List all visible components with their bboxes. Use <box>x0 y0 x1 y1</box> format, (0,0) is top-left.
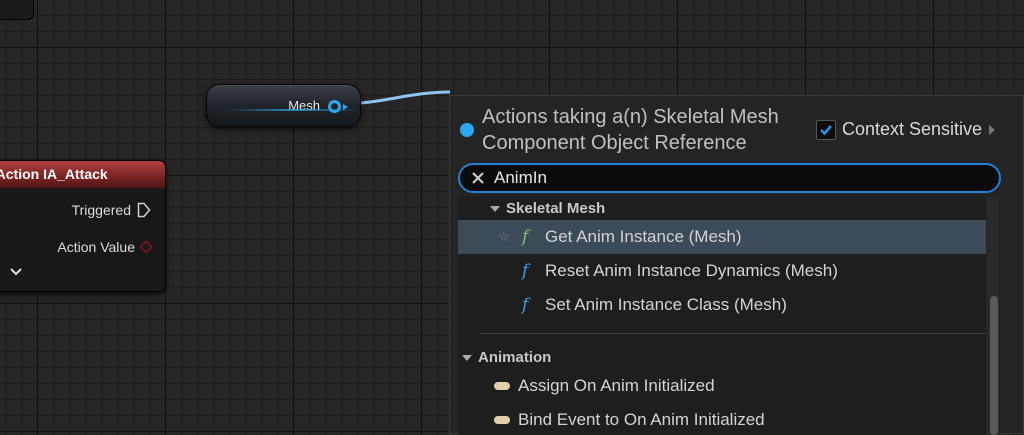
checkmark-icon <box>820 125 832 136</box>
list-item[interactable]: Assign On Anim Initialized <box>458 369 986 403</box>
category-skeletal-mesh[interactable]: Skeletal Mesh <box>490 200 605 217</box>
pin-row-triggered: Triggered <box>72 202 151 218</box>
list-item[interactable]: f Reset Anim Instance Dynamics (Mesh) <box>458 254 986 288</box>
clear-icon[interactable] <box>470 170 486 186</box>
event-icon <box>494 382 510 390</box>
menu-title: Actions taking a(n) Skeletal Mesh Compon… <box>482 106 779 154</box>
results-list: Skeletal Mesh ☆ f Get Anim Instance (Mes… <box>458 196 986 435</box>
function-icon: f <box>522 261 529 281</box>
expand-triangle-icon <box>462 354 472 361</box>
enhanced-input-action-node[interactable]: tAction IA_Attack Triggered Action Value <box>0 160 166 292</box>
item-label: Set Anim Instance Class (Mesh) <box>545 295 787 314</box>
item-label: Get Anim Instance (Mesh) <box>545 227 742 246</box>
expand-triangle-icon <box>490 205 500 212</box>
item-label: Assign On Anim Initialized <box>518 376 715 395</box>
expand-arrow-icon[interactable] <box>989 125 995 135</box>
function-icon: f <box>522 295 529 315</box>
chevron-down-icon[interactable] <box>9 267 23 277</box>
object-pin-icon[interactable] <box>328 100 341 113</box>
search-input[interactable] <box>494 167 974 189</box>
mesh-node-label: Mesh <box>288 98 320 113</box>
function-icon: f <box>522 227 529 247</box>
search-box[interactable] <box>458 163 1001 193</box>
item-label: Reset Anim Instance Dynamics (Mesh) <box>545 261 838 280</box>
list-item[interactable]: ☆ f Get Anim Instance (Mesh) <box>458 220 986 254</box>
exec-pin-icon[interactable] <box>137 202 151 218</box>
category-label: Skeletal Mesh <box>506 200 606 217</box>
list-item[interactable]: f Set Anim Instance Class (Mesh) <box>458 288 986 322</box>
category-label: Animation <box>478 349 552 366</box>
action-menu: Actions taking a(n) Skeletal Mesh Compon… <box>449 95 1024 435</box>
partial-node-corner[interactable] <box>0 0 34 20</box>
value-pin-icon[interactable] <box>138 239 154 255</box>
list-item[interactable]: Bind Event to On Anim Initialized <box>458 403 986 435</box>
pin-row-action-value: Action Value <box>57 239 154 255</box>
node-title: tAction IA_Attack <box>0 161 165 188</box>
scrollbar-thumb[interactable] <box>990 296 998 435</box>
favorite-star-icon[interactable]: ☆ <box>498 229 510 245</box>
divider <box>480 333 986 334</box>
context-sensitive-label[interactable]: Context Sensitive <box>842 119 982 140</box>
object-type-icon <box>460 123 474 137</box>
context-sensitive-checkbox[interactable] <box>816 120 836 140</box>
event-icon <box>494 416 510 424</box>
category-animation[interactable]: Animation <box>462 349 551 366</box>
pin-arrow-icon <box>343 104 348 110</box>
pin-label: Triggered <box>71 202 131 218</box>
item-label: Bind Event to On Anim Initialized <box>518 410 765 429</box>
pin-label: Action Value <box>57 239 135 255</box>
mesh-variable-node[interactable]: Mesh <box>206 84 361 127</box>
